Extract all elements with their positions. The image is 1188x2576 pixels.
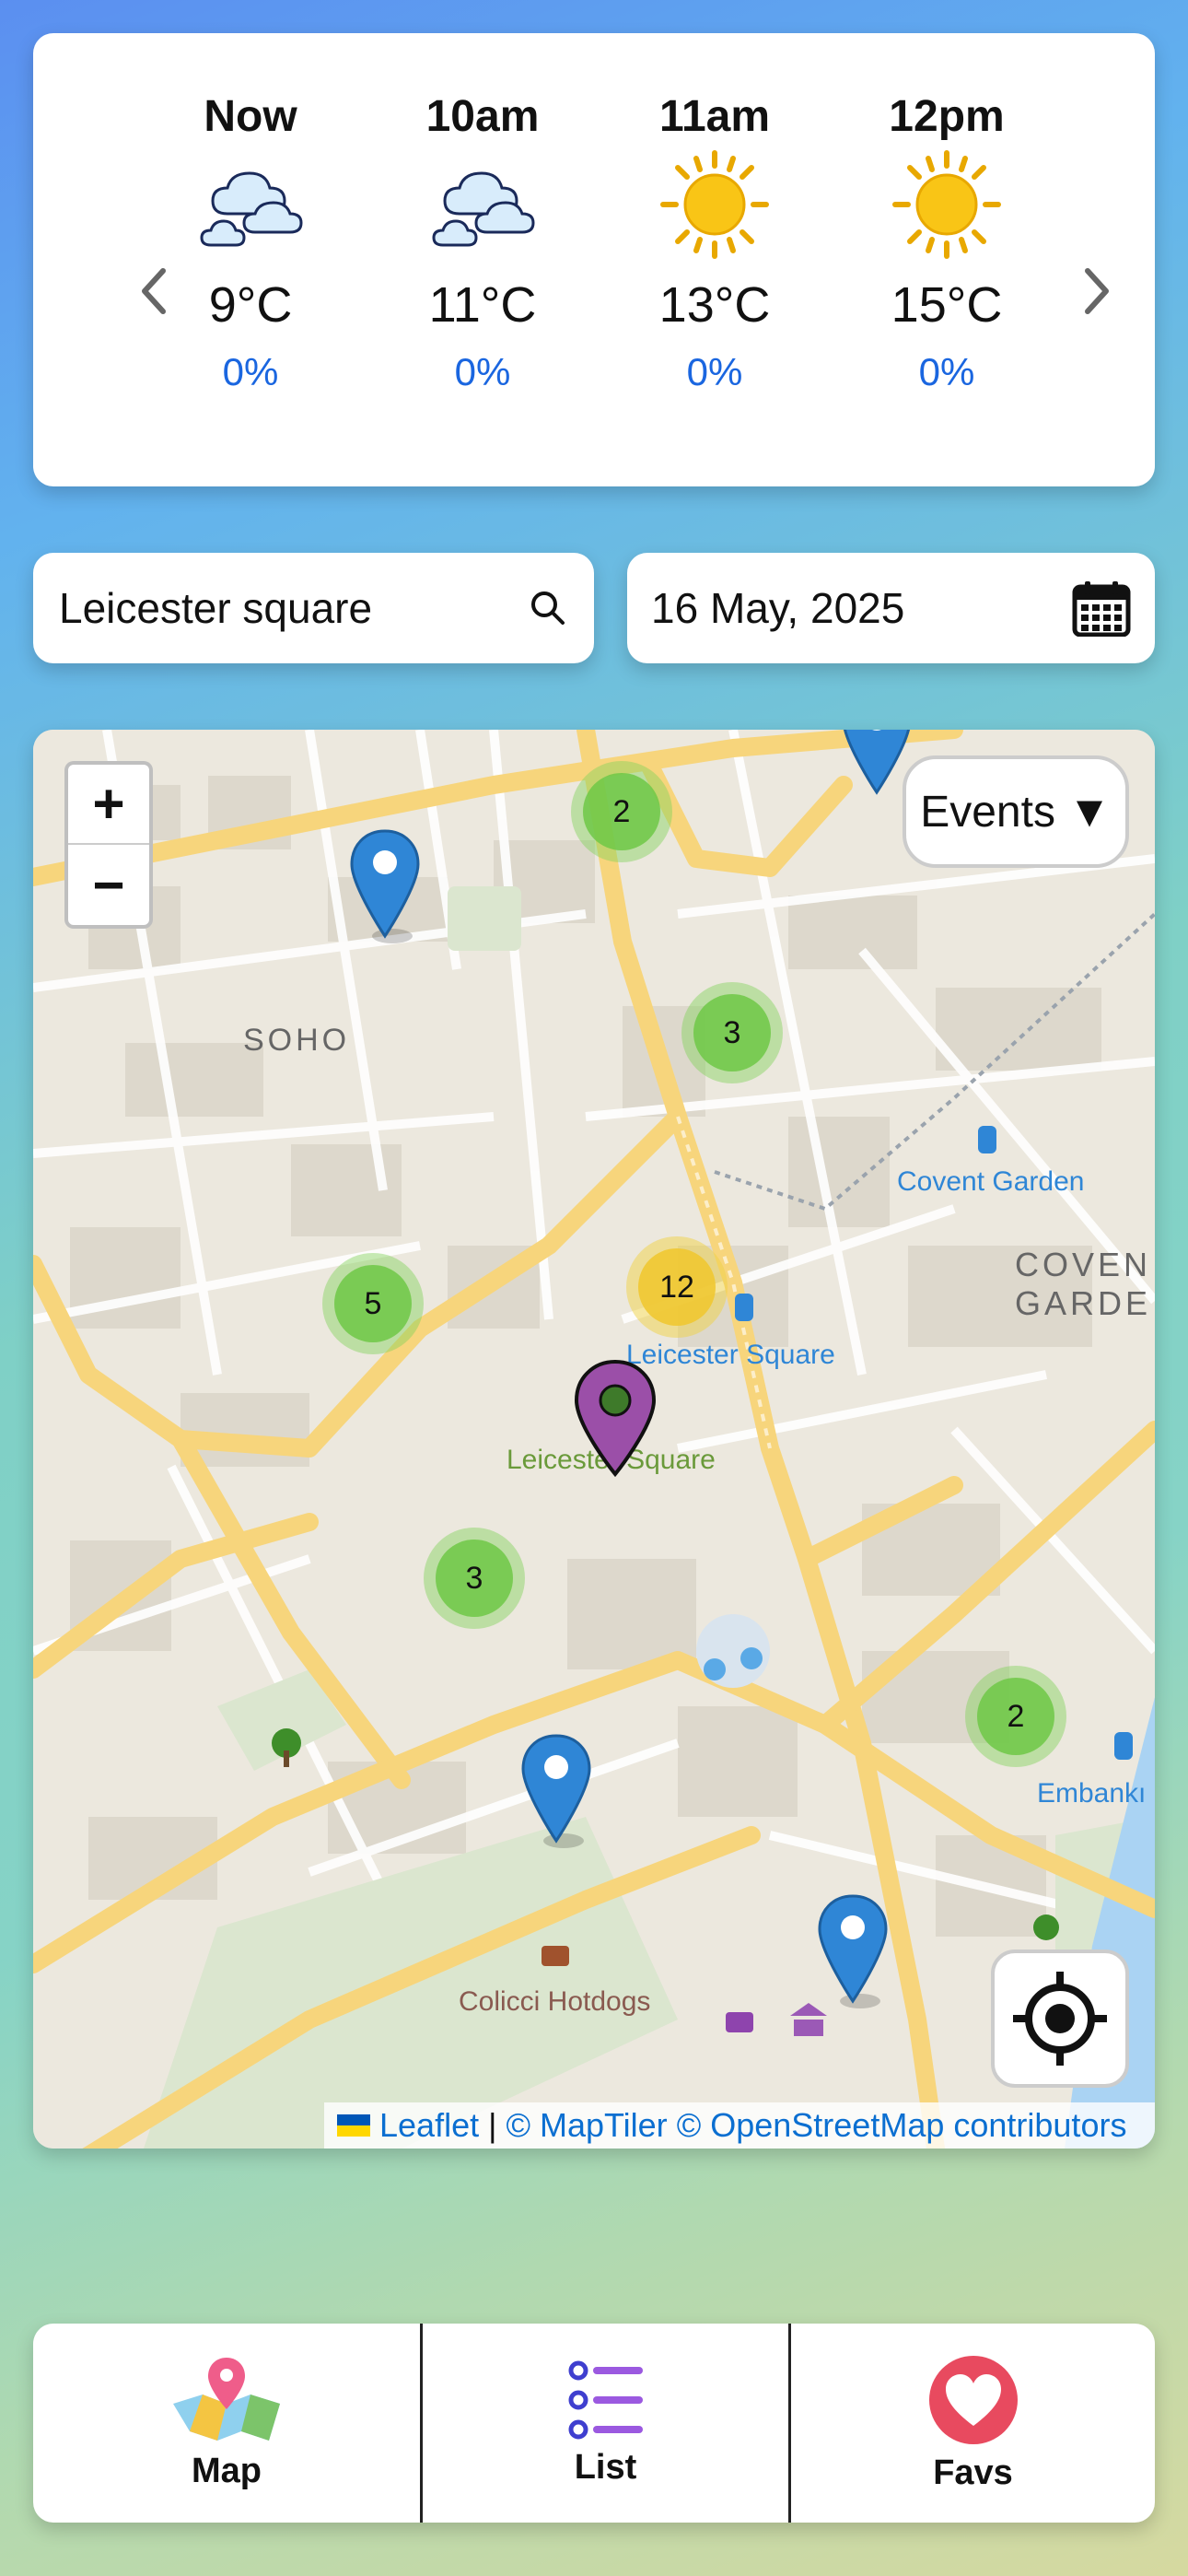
nav-tab-list[interactable]: List bbox=[423, 2324, 788, 2523]
cluster-count: 3 bbox=[436, 1540, 513, 1617]
cluster-count: 3 bbox=[693, 994, 771, 1071]
map-label-colicci-hotdogs: Colicci Hotdogs bbox=[459, 1986, 651, 2017]
search-icon[interactable] bbox=[528, 588, 568, 628]
map-label-covent-garden-area: COVEN bbox=[1015, 1246, 1152, 1283]
weather-temperature: 15°C bbox=[891, 277, 1003, 333]
nav-tab-label: Map bbox=[192, 2451, 262, 2490]
weather-hour-11am: 11am 13°C 0% bbox=[623, 85, 807, 398]
map-pin-marker[interactable] bbox=[348, 827, 422, 945]
map-label-leicester-square-station: Leicester Square bbox=[626, 1340, 835, 1370]
map-cluster-marker[interactable]: 2 bbox=[571, 761, 672, 862]
map-label-covent-garden-area: GARDE bbox=[1015, 1284, 1152, 1322]
sunny-icon bbox=[892, 150, 1001, 259]
map-attribution: Leaflet | © MapTiler © OpenStreetMap con… bbox=[324, 2102, 1155, 2149]
weather-rain-chance: 0% bbox=[454, 350, 511, 393]
nav-tab-label: Favs bbox=[933, 2453, 1013, 2492]
nav-tab-map[interactable]: Map bbox=[33, 2324, 420, 2523]
openstreetmap-link[interactable]: © OpenStreetMap contributors bbox=[677, 2106, 1127, 2145]
map-label-soho: SOHO bbox=[243, 1023, 351, 1058]
weather-hour-label: 11am bbox=[658, 92, 771, 141]
attribution-separator: | bbox=[479, 2106, 507, 2144]
map-cluster-marker[interactable]: 12 bbox=[626, 1236, 728, 1338]
weather-rain-chance: 0% bbox=[686, 350, 743, 393]
cluster-count: 2 bbox=[583, 773, 660, 850]
weather-rain-chance: 0% bbox=[222, 350, 279, 393]
events-map[interactable]: SOHO Covent Garden COVEN GARDE Leicester… bbox=[33, 730, 1155, 2149]
weather-temperature: 9°C bbox=[208, 277, 293, 333]
map-pin-marker[interactable] bbox=[519, 1732, 593, 1850]
weather-hour-now: Now 9°C 0% bbox=[158, 85, 343, 398]
weather-hour-12pm: 12pm 15°C 0% bbox=[855, 85, 1039, 398]
weather-temperature: 11°C bbox=[428, 277, 537, 333]
nav-tab-label: List bbox=[574, 2447, 637, 2487]
cluster-count: 2 bbox=[977, 1678, 1054, 1755]
cluster-count: 12 bbox=[638, 1248, 716, 1326]
map-cluster-marker[interactable]: 3 bbox=[424, 1528, 525, 1629]
date-picker-input[interactable]: 16 May, 2025 bbox=[627, 553, 1155, 663]
calendar-icon[interactable] bbox=[1072, 580, 1131, 637]
weather-forecast-card: Now 9°C 0% 10am 11°C 0% 11am 13°C 0% 12p… bbox=[33, 33, 1155, 486]
weather-rain-chance: 0% bbox=[918, 350, 975, 393]
map-pin-marker[interactable] bbox=[816, 1892, 890, 2010]
weather-hour-label: 12pm bbox=[889, 92, 1005, 141]
map-label-embankment: Embankı bbox=[1037, 1778, 1147, 1809]
map-cluster-marker[interactable]: 5 bbox=[322, 1253, 424, 1354]
heart-icon bbox=[928, 2355, 1018, 2444]
zoom-in-button[interactable]: + bbox=[68, 765, 149, 845]
maptiler-link[interactable]: © MapTiler bbox=[506, 2106, 667, 2145]
zoom-out-button[interactable]: − bbox=[68, 845, 149, 925]
events-filter-dropdown[interactable]: Events ▼ bbox=[903, 755, 1129, 868]
selected-location-pin-marker[interactable] bbox=[573, 1358, 658, 1480]
weather-next-button[interactable] bbox=[1074, 254, 1120, 328]
zoom-control: + − bbox=[64, 761, 153, 929]
weather-hour-10am: 10am 11°C 0% bbox=[390, 85, 575, 398]
cloudy-icon bbox=[432, 171, 535, 247]
sunny-icon bbox=[660, 150, 769, 259]
chevron-right-icon bbox=[1085, 268, 1109, 314]
location-search-input[interactable]: Leicester square bbox=[33, 553, 594, 663]
ukraine-flag-icon bbox=[337, 2114, 370, 2137]
map-pin-marker[interactable] bbox=[840, 730, 914, 802]
locate-me-button[interactable] bbox=[991, 1950, 1129, 2088]
weather-hour-label: Now bbox=[204, 92, 297, 141]
bottom-navigation: Map List Favs bbox=[33, 2324, 1155, 2523]
search-input-value: Leicester square bbox=[59, 584, 373, 632]
map-label-covent-garden-station: Covent Garden bbox=[897, 1166, 1085, 1197]
map-cluster-marker[interactable]: 2 bbox=[965, 1666, 1066, 1767]
cluster-count: 5 bbox=[334, 1265, 412, 1342]
weather-hour-label: 10am bbox=[425, 92, 540, 141]
leaflet-link[interactable]: Leaflet bbox=[379, 2106, 479, 2145]
nav-tab-favs[interactable]: Favs bbox=[791, 2324, 1155, 2523]
map-cluster-marker[interactable]: 3 bbox=[681, 982, 783, 1083]
weather-temperature: 13°C bbox=[658, 277, 771, 333]
crosshair-icon bbox=[1013, 1972, 1107, 2066]
date-input-value: 16 May, 2025 bbox=[651, 584, 905, 632]
map-icon bbox=[173, 2357, 280, 2441]
cloudy-icon bbox=[200, 171, 303, 247]
list-icon bbox=[568, 2360, 643, 2439]
